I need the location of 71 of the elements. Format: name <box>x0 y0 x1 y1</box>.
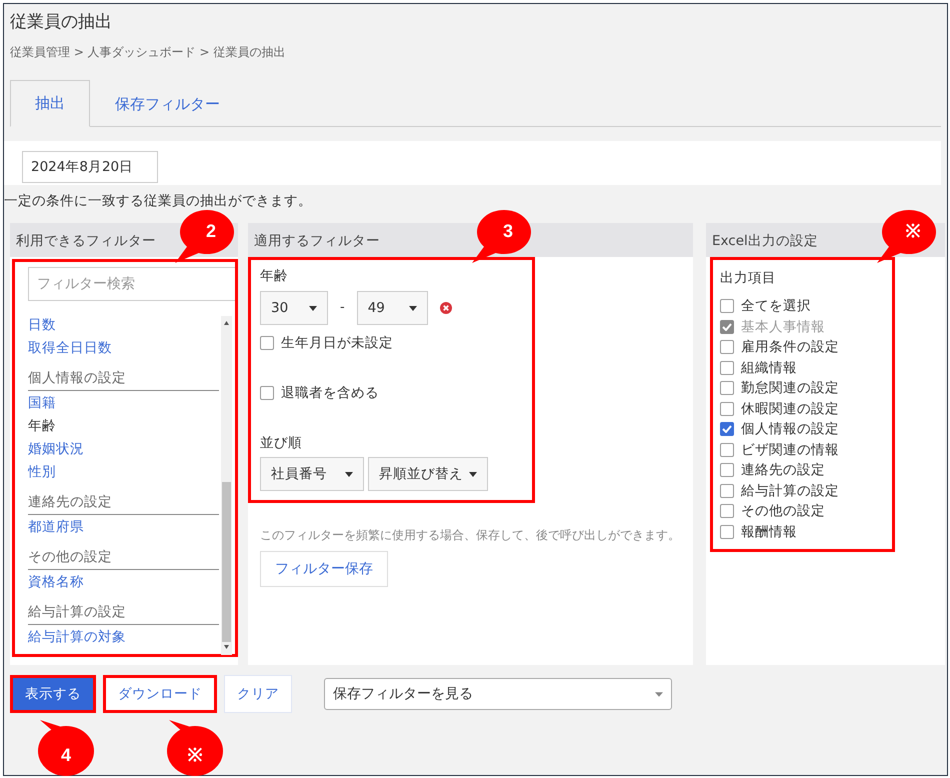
field-label: 出力項目 <box>720 269 777 287</box>
filter-group-header: 給与計算の設定 <box>28 594 219 625</box>
checkbox[interactable] <box>260 386 274 400</box>
checkbox[interactable] <box>720 442 734 457</box>
checkbox[interactable] <box>720 340 734 354</box>
age-from-select[interactable]: 30 <box>260 291 328 325</box>
remove-icon[interactable] <box>440 302 452 314</box>
caret-icon <box>469 472 477 476</box>
caret-icon <box>309 306 317 310</box>
filter-link[interactable]: 年齢 <box>28 415 219 438</box>
caret-icon <box>345 472 353 476</box>
filter-link[interactable]: 婚姻状況 <box>28 438 219 461</box>
checkbox-label: 休暇関連の設定 <box>741 400 839 418</box>
checkbox[interactable] <box>720 524 734 539</box>
field-label: 並び順 <box>260 434 303 452</box>
checkbox-label: 全てを選択 <box>741 297 811 316</box>
field-label: 年齢 <box>260 267 289 285</box>
panel-title: Excel出力の設定 <box>712 233 818 249</box>
checkbox-label: 勤怠関連の設定 <box>741 379 839 398</box>
filter-group-header: その他の設定 <box>28 539 219 570</box>
panel-title: 適用するフィルター <box>254 233 380 249</box>
filter-group-header: 個人情報の設定 <box>28 360 219 391</box>
panel-title: 利用できるフィルター <box>16 233 156 249</box>
filter-link[interactable]: 取得全日日数 <box>28 337 219 360</box>
caret-icon <box>655 692 663 696</box>
tab[interactable]: 抽出 <box>10 80 90 127</box>
caret-icon <box>408 306 417 310</box>
checkbox-label: その他の設定 <box>741 502 825 520</box>
checkbox-label: 連絡先の設定 <box>741 461 825 480</box>
checkbox[interactable] <box>720 299 734 314</box>
checkbox[interactable] <box>720 402 734 416</box>
checkbox-label: 個人情報の設定 <box>741 420 839 438</box>
checkbox-label: 給与計算の設定 <box>741 482 839 500</box>
sort-field-select[interactable]: 社員番号 <box>260 457 364 491</box>
checkbox[interactable] <box>260 336 274 350</box>
filter-link[interactable]: 性別 <box>28 461 219 484</box>
breadcrumb: 従業員管理 > 人事ダッシュボード > 従業員の抽出 <box>10 44 286 60</box>
search-field[interactable]: フィルター検索 <box>28 267 238 301</box>
filter-link[interactable]: 都道府県 <box>28 516 219 539</box>
checkbox-label: 基本人事情報 <box>741 318 825 336</box>
checkbox[interactable] <box>720 422 734 436</box>
filter-link[interactable]: 資格名称 <box>28 571 219 594</box>
checkbox-label: 生年月日が未設定 <box>281 334 393 352</box>
action-button[interactable]: クリア <box>224 675 292 713</box>
filter-link[interactable]: 国籍 <box>28 392 219 415</box>
checkbox[interactable] <box>720 484 734 498</box>
action-button[interactable]: 表示する <box>10 675 96 713</box>
checkbox-label: 組織情報 <box>741 358 797 377</box>
filter-group-header: 連絡先の設定 <box>28 484 219 515</box>
checkbox-label: 雇用条件の設定 <box>741 338 839 356</box>
sort-order-select[interactable]: 昇順並び替え <box>368 457 488 491</box>
checkbox-label: 退職者を含める <box>281 384 379 402</box>
scrollbar[interactable] <box>221 316 232 655</box>
age-to-select[interactable]: 49 <box>356 291 428 325</box>
date-field[interactable]: 2024年8月20日 <box>22 151 158 183</box>
checkbox[interactable] <box>720 381 734 396</box>
saved-filter-select[interactable]: 保存フィルターを見る <box>324 678 672 710</box>
checkbox[interactable] <box>720 463 734 478</box>
save-filter-button[interactable]: フィルター保存 <box>260 551 388 587</box>
filter-link[interactable]: 日数 <box>28 316 219 337</box>
checkbox-label: ビザ関連の情報 <box>741 440 839 459</box>
action-button[interactable]: ダウンロード <box>103 675 217 713</box>
filter-link[interactable]: 給与計算の対象 <box>28 626 219 649</box>
tab[interactable]: 保存フィルター <box>90 80 245 127</box>
checkbox[interactable] <box>720 360 734 375</box>
hint-text: このフィルターを頻繁に使用する場合、保存して、後で呼び出しができます。 <box>260 527 681 543</box>
checkbox[interactable] <box>720 504 734 518</box>
range-separator: - <box>340 299 345 318</box>
checkbox-label: 報酬情報 <box>741 522 797 541</box>
description-text: 一定の条件に一致する従業員の抽出ができます。 <box>4 192 313 211</box>
page-title: 従業員の抽出 <box>10 11 113 34</box>
